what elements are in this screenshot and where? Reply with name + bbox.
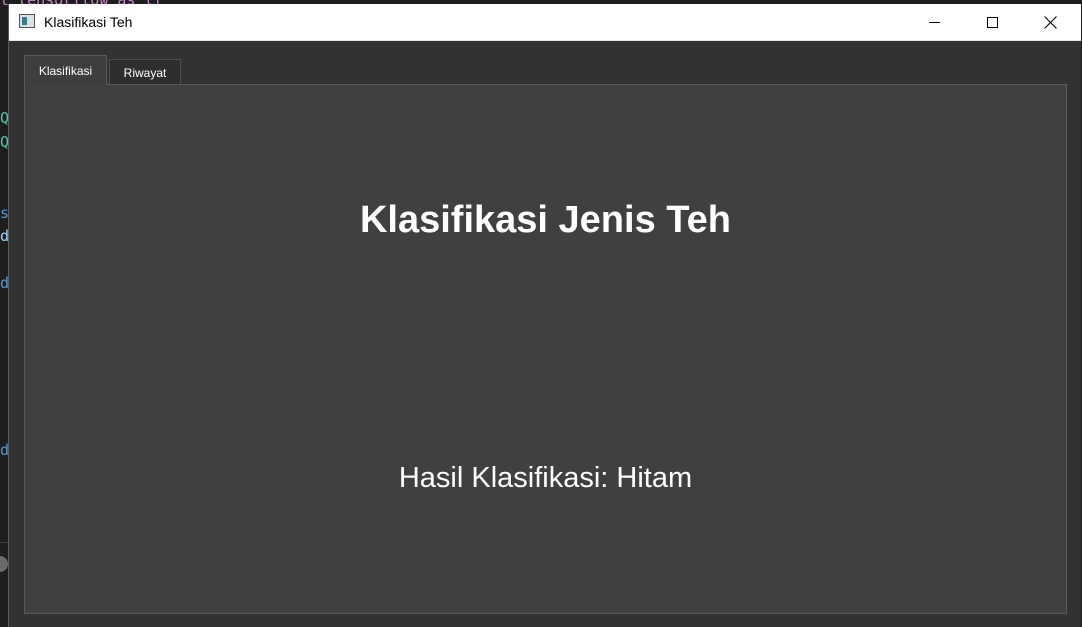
tab-riwayat[interactable]: Riwayat bbox=[109, 59, 181, 85]
close-button[interactable] bbox=[1021, 4, 1079, 40]
tab-klasifikasi[interactable]: Klasifikasi bbox=[24, 55, 107, 85]
app-window-icon bbox=[19, 14, 35, 28]
tab-panel-klasifikasi: Klasifikasi Jenis Teh Hasil Klasifikasi:… bbox=[24, 84, 1067, 614]
minimize-icon bbox=[928, 21, 940, 23]
maximize-button[interactable] bbox=[963, 4, 1021, 40]
app-window: Klasifikasi Teh Klasifikasi Riwayat Klas… bbox=[8, 4, 1081, 627]
window-title: Klasifikasi Teh bbox=[44, 14, 133, 30]
maximize-icon bbox=[986, 16, 998, 28]
background-avatar-icon bbox=[0, 556, 8, 572]
title-bar[interactable]: Klasifikasi Teh bbox=[9, 4, 1081, 41]
classification-result-label: Hasil Klasifikasi: Hitam bbox=[398, 462, 693, 494]
page-title: Klasifikasi Jenis Teh bbox=[359, 199, 732, 241]
close-icon bbox=[1043, 15, 1057, 29]
minimize-button[interactable] bbox=[905, 4, 963, 40]
background-divider bbox=[0, 542, 8, 543]
